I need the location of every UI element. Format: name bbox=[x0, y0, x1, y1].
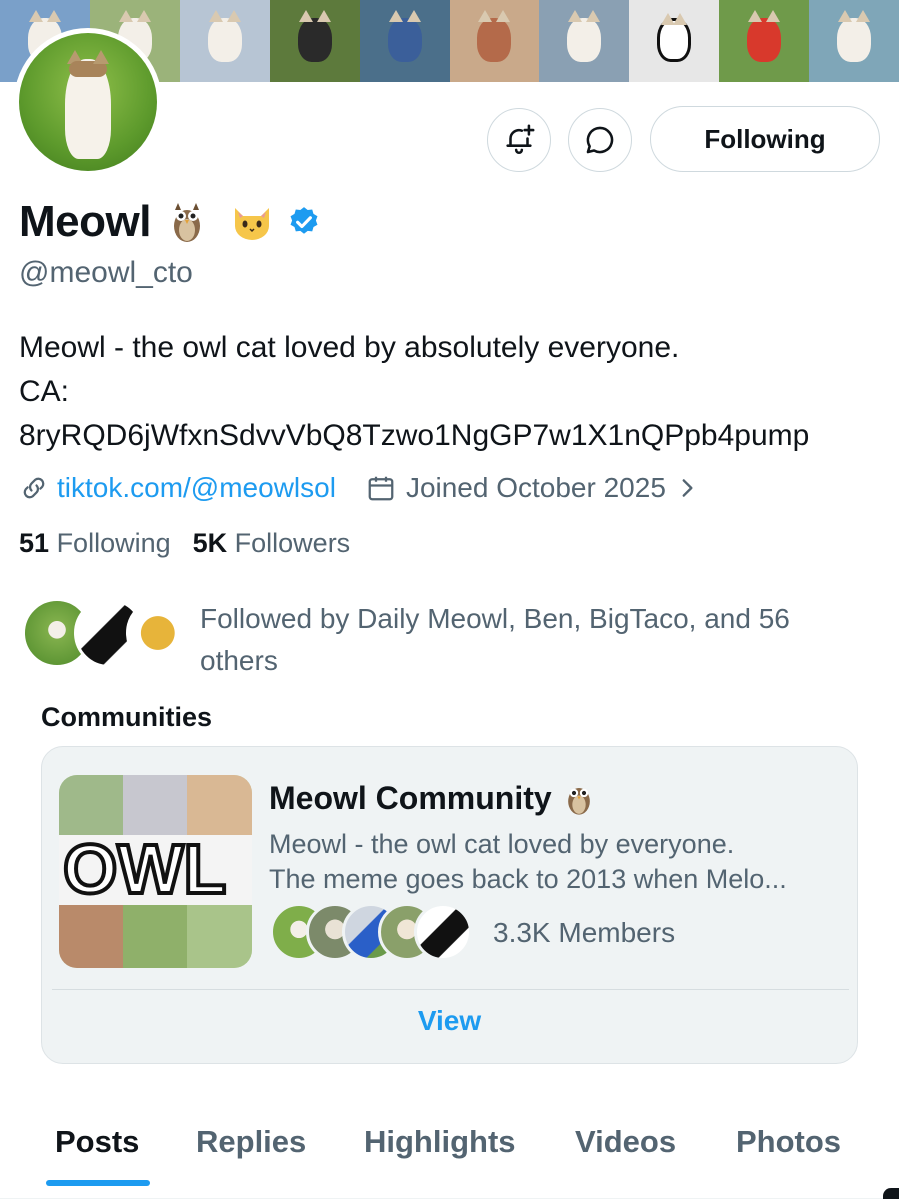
cat-emoji-icon bbox=[234, 208, 269, 240]
community-image-text: OWL bbox=[63, 830, 226, 908]
community-desc-line: Meowl - the owl cat loved by everyone. bbox=[269, 829, 735, 859]
owl-emoji-icon bbox=[173, 203, 200, 242]
chevron-right-icon[interactable] bbox=[674, 475, 700, 501]
member-avatars bbox=[270, 903, 480, 963]
calendar-icon bbox=[368, 476, 394, 501]
follow-stats: 51 Following 5K Followers bbox=[19, 528, 372, 559]
community-desc-line: The meme goes back to 2013 when Melo... bbox=[269, 864, 787, 894]
tab-posts[interactable]: Posts bbox=[55, 1124, 139, 1160]
following-count: 51 bbox=[19, 528, 50, 558]
active-tab-indicator bbox=[46, 1180, 150, 1186]
banner-tile bbox=[719, 0, 810, 82]
member-avatar bbox=[414, 903, 472, 961]
tab-highlights[interactable]: Highlights bbox=[364, 1124, 516, 1160]
bio-line: 8ryRQD6jWfxnSdvvVbQ8Tzwo1NgGP7w1X1nQPpb4… bbox=[19, 419, 810, 452]
following-stat[interactable]: 51 Following bbox=[19, 528, 171, 559]
community-image: OWL bbox=[59, 775, 252, 968]
profile-tabs: Posts Replies Highlights Videos Photos bbox=[0, 1118, 899, 1199]
followers-label: Followers bbox=[234, 528, 351, 558]
banner-tile bbox=[269, 0, 360, 82]
notifications-button[interactable] bbox=[487, 108, 551, 172]
tab-replies[interactable]: Replies bbox=[196, 1124, 306, 1160]
bio-line: Meowl - the owl cat loved by absolutely … bbox=[19, 331, 680, 364]
banner-tile bbox=[449, 0, 540, 82]
bio-line: CA: bbox=[19, 375, 70, 408]
profile-bio: Meowl - the owl cat loved by absolutely … bbox=[19, 326, 889, 458]
following-button[interactable]: Following bbox=[650, 106, 880, 172]
banner-tile bbox=[629, 0, 720, 82]
profile-handle: @meowl_cto bbox=[19, 256, 193, 289]
tab-videos[interactable]: Videos bbox=[575, 1124, 676, 1160]
profile-link[interactable]: tiktok.com/@meowlsol bbox=[57, 472, 336, 504]
profile-meta: tiktok.com/@meowlsol Joined October 2025 bbox=[19, 468, 700, 508]
card-divider bbox=[52, 989, 849, 990]
banner-tile bbox=[539, 0, 630, 82]
communities-heading: Communities bbox=[41, 702, 213, 732]
banner-tile bbox=[179, 0, 270, 82]
followers-count: 5K bbox=[192, 528, 228, 558]
tab-photos[interactable]: Photos bbox=[736, 1124, 841, 1160]
community-name-text: Meowl Community bbox=[269, 779, 552, 816]
joined-date[interactable]: Joined October 2025 bbox=[406, 472, 666, 504]
owl-emoji-icon bbox=[567, 788, 590, 815]
banner-tile bbox=[359, 0, 450, 82]
banner-tile bbox=[809, 0, 899, 82]
bell-plus-icon bbox=[506, 124, 535, 154]
name-row: Meowl bbox=[19, 196, 321, 248]
followed-by-text: Followed by Daily Meowl, Ben, BigTaco, a… bbox=[200, 603, 790, 676]
message-bubble-icon bbox=[586, 126, 614, 154]
follower-avatar bbox=[126, 598, 196, 668]
corner-indicator bbox=[883, 1188, 899, 1199]
message-button[interactable] bbox=[568, 108, 632, 172]
view-community-link[interactable]: View bbox=[42, 1005, 857, 1037]
avatar-image bbox=[19, 33, 157, 171]
link-icon bbox=[23, 477, 45, 499]
following-label: Following bbox=[56, 528, 171, 558]
followers-stat[interactable]: 5K Followers bbox=[193, 528, 351, 559]
community-description: Meowl - the owl cat loved by everyone. T… bbox=[269, 827, 849, 897]
community-name[interactable]: Meowl Community bbox=[269, 779, 594, 817]
profile-avatar[interactable] bbox=[14, 28, 162, 176]
member-count: 3.3K Members bbox=[493, 917, 676, 948]
display-name: Meowl bbox=[19, 197, 151, 246]
community-card[interactable]: OWL Meowl Community Meowl - the owl cat … bbox=[41, 746, 858, 1064]
verified-badge-icon[interactable] bbox=[287, 205, 321, 239]
